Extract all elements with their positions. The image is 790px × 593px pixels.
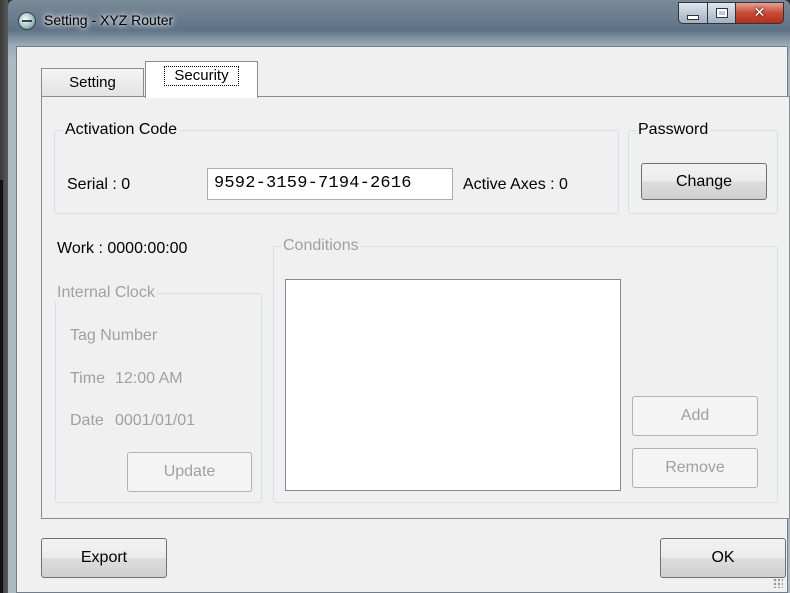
conditions-group: Conditions Add Remove (273, 237, 778, 503)
conditions-label: Conditions (281, 237, 361, 255)
maximize-icon (715, 8, 728, 18)
caption-buttons: ✕ (678, 2, 784, 26)
close-button[interactable]: ✕ (736, 2, 784, 24)
activation-code-label: Activation Code (63, 121, 180, 139)
update-button[interactable]: Update (127, 452, 252, 492)
resize-grip[interactable] (773, 578, 783, 588)
dialog-window: Setting - XYZ Router ✕ Setting Security … (8, 0, 790, 593)
date-value: 0001/01/01 (115, 412, 196, 429)
window-title: Setting - XYZ Router (44, 12, 174, 28)
client-area: Setting Security Activation Code Serial … (16, 46, 790, 593)
title-bar[interactable]: Setting - XYZ Router ✕ (8, 0, 790, 46)
minimize-icon (687, 14, 699, 20)
internal-clock-label: Internal Clock (55, 284, 157, 302)
maximize-button[interactable] (708, 2, 736, 24)
add-condition-button[interactable]: Add (632, 396, 758, 436)
password-label: Password (636, 121, 711, 139)
tab-setting[interactable]: Setting (41, 68, 144, 97)
internal-clock-group: Internal Clock Tag Number Time 12:00 AM … (55, 284, 262, 503)
work-label: Work : 0000:00:00 (57, 240, 188, 257)
conditions-listbox[interactable] (285, 279, 621, 491)
remove-condition-button[interactable]: Remove (632, 448, 758, 488)
export-button[interactable]: Export (41, 538, 167, 578)
serial-field[interactable]: 9592-3159-7194-2616 (207, 168, 453, 200)
change-password-button[interactable]: Change (641, 163, 767, 200)
time-label: Time (70, 370, 105, 387)
tab-setting-label: Setting (69, 74, 116, 91)
app-globe-icon (18, 12, 36, 30)
close-icon: ✕ (753, 5, 766, 21)
active-axes-label: Active Axes : 0 (463, 176, 568, 193)
time-value: 12:00 AM (115, 370, 183, 387)
minimize-button[interactable] (678, 2, 708, 24)
ok-button[interactable]: OK (660, 538, 786, 578)
background-edge (0, 0, 8, 593)
activation-code-group: Activation Code Serial : 0 9592-3159-719… (54, 121, 619, 214)
tab-security[interactable]: Security (145, 61, 258, 98)
security-tab-panel: Activation Code Serial : 0 9592-3159-719… (41, 96, 790, 519)
tab-security-label: Security (164, 66, 239, 86)
date-label: Date (70, 412, 104, 429)
password-group: Password Change (628, 121, 778, 214)
serial-label: Serial : 0 (67, 176, 131, 193)
tag-number-label: Tag Number (70, 327, 158, 344)
